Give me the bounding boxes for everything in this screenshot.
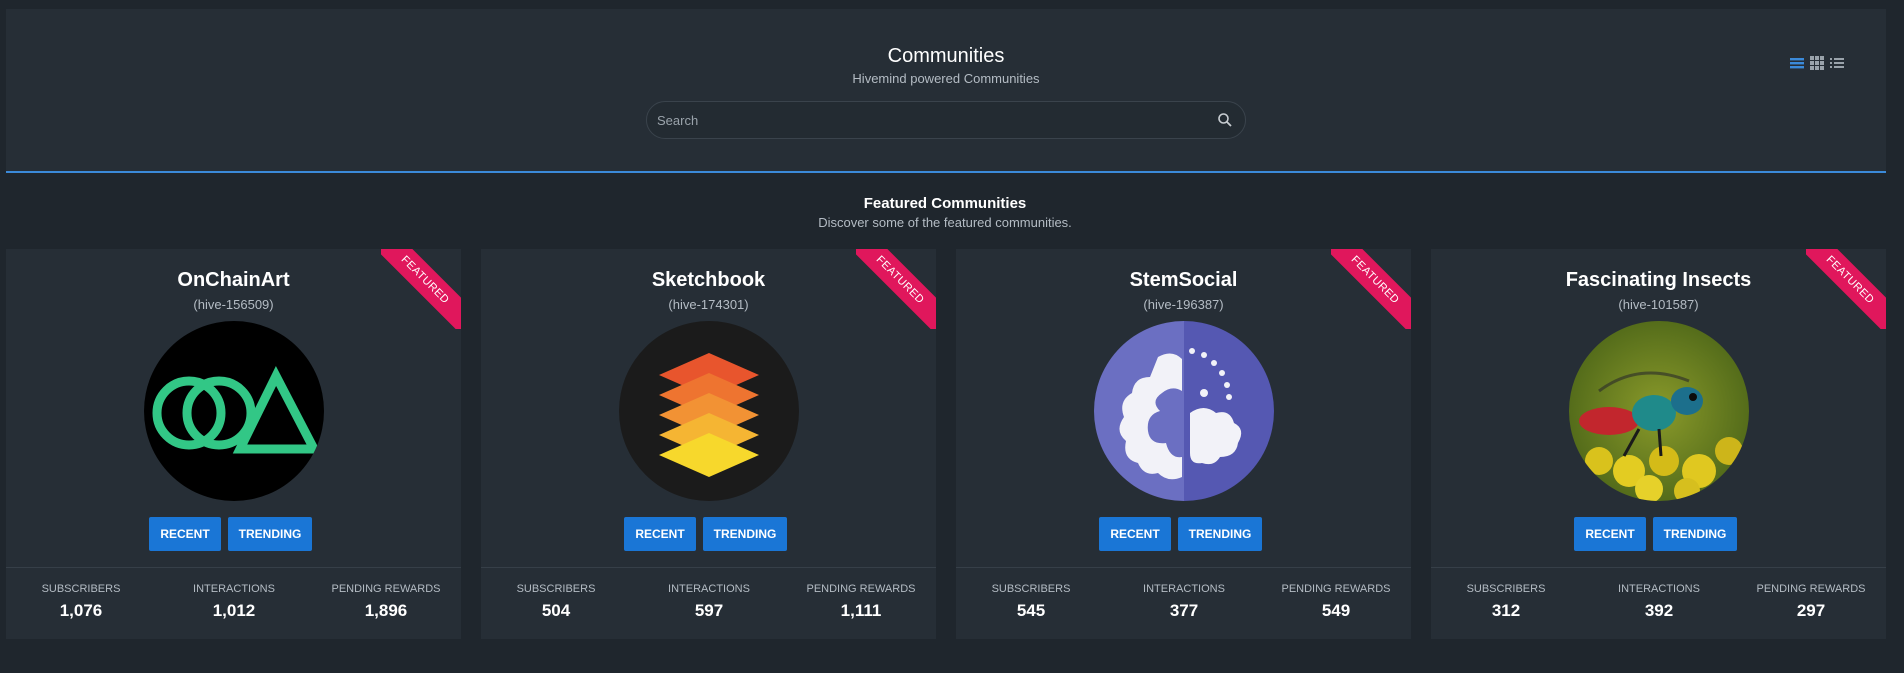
interactions-value: 1,012 bbox=[212, 601, 256, 620]
community-card-stemsocial[interactable]: FEATURED StemSocial (hive-196387) RECENT… bbox=[956, 249, 1411, 639]
community-card-sketchbook[interactable]: FEATURED Sketchbook (hive-174301) RECENT… bbox=[481, 249, 936, 639]
pending-rewards-value: 549 bbox=[1321, 601, 1351, 620]
community-name[interactable]: StemSocial bbox=[956, 269, 1411, 292]
trending-button[interactable]: TRENDING bbox=[1653, 517, 1737, 551]
pending-rewards-stat: PENDING REWARDS 549 bbox=[1266, 583, 1406, 621]
community-id: (hive-156509) bbox=[193, 297, 274, 312]
sketchbook-layers-logo[interactable] bbox=[619, 321, 799, 501]
trending-button[interactable]: TRENDING bbox=[228, 517, 312, 551]
divider bbox=[956, 567, 1411, 568]
subscribers-stat: SUBSCRIBERS 312 bbox=[1436, 583, 1576, 621]
community-id: (hive-174301) bbox=[668, 297, 749, 312]
community-name[interactable]: OnChainArt bbox=[6, 269, 461, 292]
community-card-fascinating-insects[interactable]: FEATURED Fascinating Insects (hive-10158… bbox=[1431, 249, 1886, 639]
interactions-label: INTERACTIONS bbox=[668, 583, 750, 595]
list-view-icon[interactable] bbox=[1790, 56, 1804, 70]
page-title: Communities bbox=[887, 45, 1005, 67]
insect-photo[interactable] bbox=[1569, 321, 1749, 501]
pending-rewards-label: PENDING REWARDS bbox=[1281, 583, 1391, 595]
subscribers-label: SUBSCRIBERS bbox=[41, 583, 121, 595]
view-toggles bbox=[1790, 56, 1844, 70]
interactions-stat: INTERACTIONS 597 bbox=[639, 583, 779, 621]
search-icon[interactable] bbox=[1217, 112, 1233, 128]
pending-rewards-label: PENDING REWARDS bbox=[1756, 583, 1866, 595]
pending-rewards-stat: PENDING REWARDS 297 bbox=[1741, 583, 1881, 621]
subscribers-value: 1,076 bbox=[59, 601, 103, 620]
communities-header: Communities Hivemind powered Communities bbox=[6, 9, 1886, 173]
interactions-value: 392 bbox=[1644, 601, 1674, 620]
interactions-label: INTERACTIONS bbox=[193, 583, 275, 595]
divider bbox=[6, 567, 461, 568]
interactions-label: INTERACTIONS bbox=[1143, 583, 1225, 595]
subscribers-stat: SUBSCRIBERS 545 bbox=[961, 583, 1101, 621]
interactions-stat: INTERACTIONS 392 bbox=[1589, 583, 1729, 621]
page-subtitle: Hivemind powered Communities bbox=[852, 71, 1040, 86]
section-subtitle: Discover some of the featured communitie… bbox=[818, 215, 1072, 230]
trending-button[interactable]: TRENDING bbox=[1178, 517, 1262, 551]
pending-rewards-value: 1,896 bbox=[364, 601, 408, 620]
subscribers-label: SUBSCRIBERS bbox=[516, 583, 596, 595]
subscribers-value: 312 bbox=[1491, 601, 1521, 620]
community-name[interactable]: Sketchbook bbox=[481, 269, 936, 292]
stemsocial-brain-logo[interactable] bbox=[1094, 321, 1274, 501]
recent-button[interactable]: RECENT bbox=[1099, 517, 1171, 551]
community-id: (hive-101587) bbox=[1618, 297, 1699, 312]
pending-rewards-label: PENDING REWARDS bbox=[806, 583, 916, 595]
pending-rewards-label: PENDING REWARDS bbox=[331, 583, 441, 595]
community-id: (hive-196387) bbox=[1143, 297, 1224, 312]
pending-rewards-value: 297 bbox=[1796, 601, 1826, 620]
search-input[interactable] bbox=[657, 102, 1197, 138]
pending-rewards-stat: PENDING REWARDS 1,111 bbox=[791, 583, 931, 621]
interactions-label: INTERACTIONS bbox=[1618, 583, 1700, 595]
subscribers-value: 504 bbox=[541, 601, 571, 620]
grid-view-icon[interactable] bbox=[1810, 56, 1824, 70]
subscribers-label: SUBSCRIBERS bbox=[991, 583, 1071, 595]
subscribers-label: SUBSCRIBERS bbox=[1466, 583, 1546, 595]
community-name[interactable]: Fascinating Insects bbox=[1431, 269, 1886, 292]
search-bar bbox=[646, 101, 1246, 139]
section-title: Featured Communities bbox=[863, 195, 1027, 212]
divider bbox=[481, 567, 936, 568]
pending-rewards-value: 1,111 bbox=[840, 601, 882, 620]
onchainart-logo[interactable] bbox=[144, 321, 324, 501]
compact-list-icon[interactable] bbox=[1830, 56, 1844, 70]
subscribers-stat: SUBSCRIBERS 1,076 bbox=[11, 583, 151, 621]
recent-button[interactable]: RECENT bbox=[624, 517, 696, 551]
subscribers-stat: SUBSCRIBERS 504 bbox=[486, 583, 626, 621]
interactions-value: 377 bbox=[1169, 601, 1199, 620]
community-card-onchainart[interactable]: FEATURED OnChainArt (hive-156509) RECENT… bbox=[6, 249, 461, 639]
recent-button[interactable]: RECENT bbox=[1574, 517, 1646, 551]
pending-rewards-stat: PENDING REWARDS 1,896 bbox=[316, 583, 456, 621]
recent-button[interactable]: RECENT bbox=[149, 517, 221, 551]
subscribers-value: 545 bbox=[1016, 601, 1046, 620]
interactions-stat: INTERACTIONS 1,012 bbox=[164, 583, 304, 621]
trending-button[interactable]: TRENDING bbox=[703, 517, 787, 551]
interactions-stat: INTERACTIONS 377 bbox=[1114, 583, 1254, 621]
interactions-value: 597 bbox=[694, 601, 724, 620]
divider bbox=[1431, 567, 1886, 568]
